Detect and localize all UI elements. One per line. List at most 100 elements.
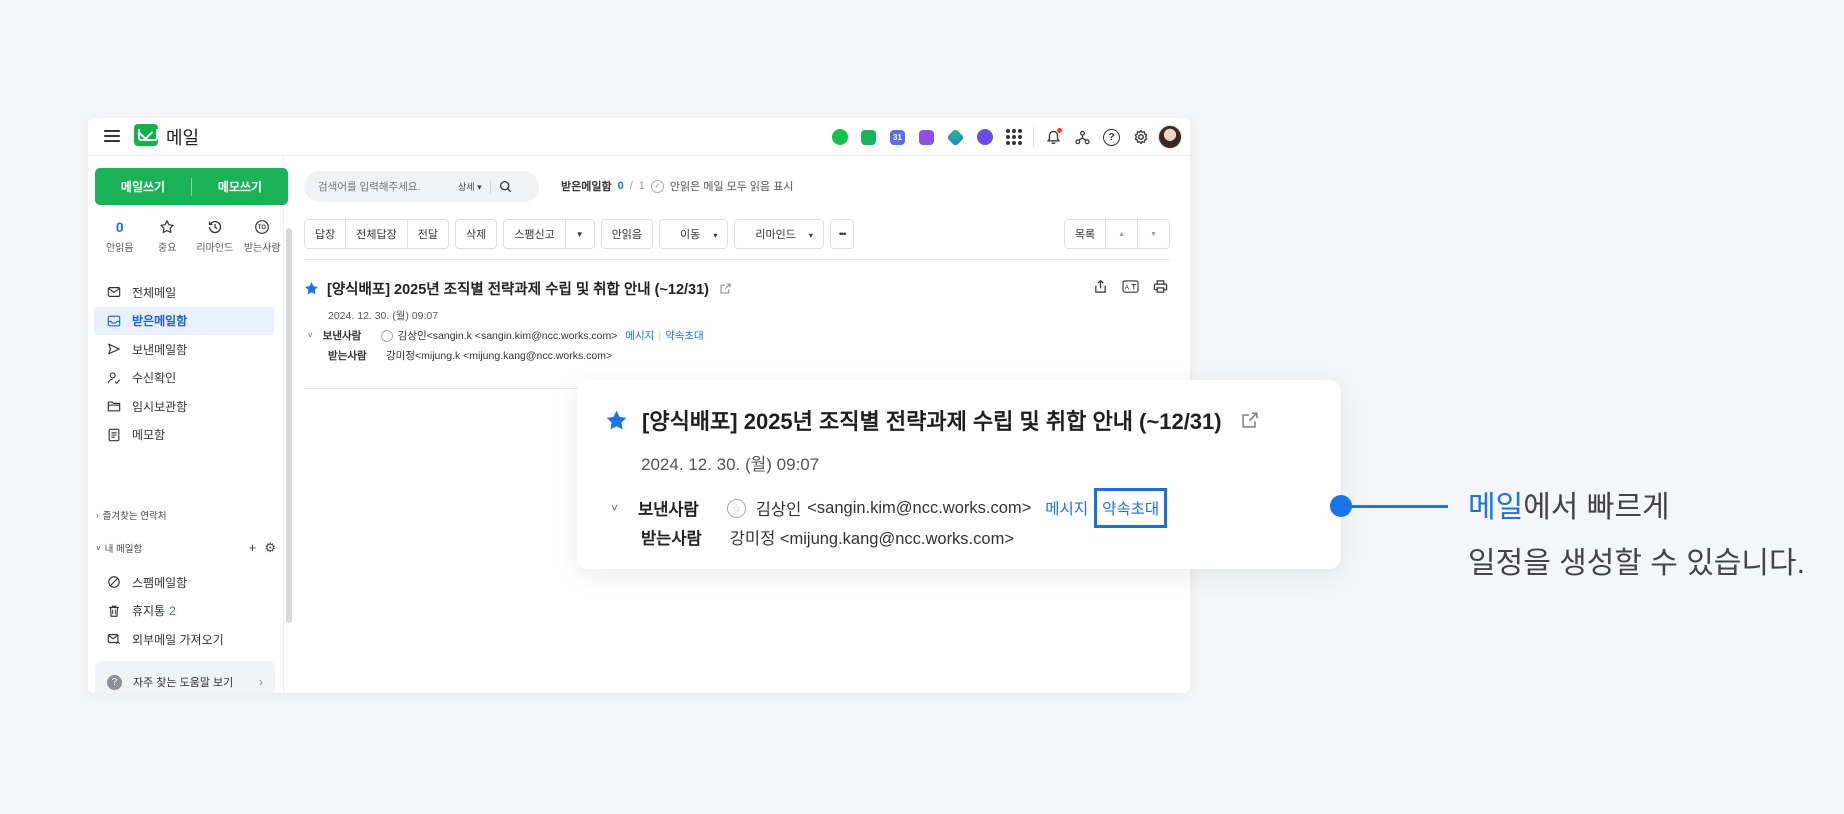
- calendar-app-icon[interactable]: 31: [883, 123, 912, 152]
- zoom-recipient[interactable]: 강미정 <mijung.kang@ncc.works.com>: [730, 525, 1014, 549]
- list-button[interactable]: 목록: [1065, 226, 1105, 242]
- to-badge-icon: TO: [255, 220, 270, 234]
- chat-app-icon[interactable]: [825, 123, 854, 152]
- forward-button[interactable]: 전달: [408, 226, 448, 242]
- unread-count: 0: [115, 219, 124, 235]
- help-label: 자주 찾는 도움말 보기: [133, 677, 234, 689]
- question-icon: ?: [107, 674, 122, 690]
- message-date: 2024. 12. 30. (월) 09:07: [328, 310, 439, 322]
- compose-memo-button[interactable]: 메모쓰기: [192, 178, 288, 195]
- search-icon[interactable]: [499, 180, 512, 193]
- zoom-message-link[interactable]: 메시지: [1045, 497, 1088, 519]
- reply-button[interactable]: 답장: [305, 226, 345, 242]
- trash-icon: [106, 603, 122, 619]
- divider: |: [658, 329, 662, 342]
- memo-icon: [106, 427, 122, 443]
- tasks-app-icon[interactable]: [970, 123, 999, 152]
- sidebar-item-drafts[interactable]: 임시보관함: [94, 392, 274, 420]
- my-mailboxes-section[interactable]: ˅ 내 메일함 + ⚙: [96, 540, 276, 556]
- drive-app-icon[interactable]: [941, 123, 970, 152]
- next-mail-icon[interactable]: ▼: [1138, 231, 1169, 238]
- star-filled-icon[interactable]: [605, 409, 628, 432]
- quick-remind[interactable]: 리마인드: [191, 218, 239, 254]
- zoom-sender-row: ˅ 보낸사람 ☆ 김상인 <sangin.kim@ncc.works.com> …: [611, 488, 1168, 528]
- search-input[interactable]: [318, 180, 458, 193]
- mail-app-icon[interactable]: [854, 123, 883, 152]
- zoom-sender-email[interactable]: <sangin.kim@ncc.works.com>: [807, 499, 1031, 518]
- chevron-down-icon[interactable]: ˅: [611, 501, 618, 515]
- vip-star-icon[interactable]: [380, 329, 393, 342]
- open-external-icon[interactable]: [1240, 410, 1260, 430]
- sidebar-item-label: 받은메일함: [132, 314, 188, 328]
- sidebar-item-sent[interactable]: 보낸메일함: [94, 335, 274, 363]
- invite-link[interactable]: 약속초대: [665, 328, 704, 343]
- reply-all-button[interactable]: 전체답장: [346, 226, 406, 242]
- quick-unread[interactable]: 0 안읽음: [96, 218, 144, 254]
- app-title: 메일: [166, 128, 200, 148]
- mark-all-read-link[interactable]: 안읽은 메일 모두 읽음 표시: [670, 178, 794, 194]
- sidebar-item-read-receipt[interactable]: 수신확인: [94, 364, 274, 392]
- menu-icon[interactable]: [104, 128, 120, 144]
- sender-label: 보낸사람: [322, 330, 362, 342]
- sidebar-item-inbox[interactable]: 받은메일함: [94, 306, 274, 335]
- add-icon[interactable]: +: [249, 540, 257, 556]
- quick-label: 받는사람: [243, 243, 281, 254]
- notes-app-icon[interactable]: [912, 123, 941, 152]
- search-detail-button[interactable]: 상세 ▾: [458, 180, 482, 193]
- recipient-label: 받는사람: [328, 350, 367, 362]
- move-button[interactable]: 이동 ▾: [659, 219, 729, 249]
- apps-grid-icon[interactable]: [999, 123, 1028, 152]
- bell-icon[interactable]: [1039, 123, 1068, 152]
- sidebar-item-spam[interactable]: 스팸메일함: [94, 568, 274, 596]
- toolbar: 답장 전체답장 전달 삭제 스팸신고 ▼ 안읽음 이동 ▾ 리마인드 ▾ •••: [304, 219, 855, 249]
- quick-to-me[interactable]: TO 받는사람: [239, 218, 287, 254]
- delete-label: 삭제: [465, 229, 487, 241]
- spam-dropdown-icon[interactable]: ▼: [566, 230, 594, 239]
- compose-mail-button[interactable]: 메일쓰기: [95, 178, 191, 195]
- zoom-invite-link[interactable]: 약속초대: [1094, 488, 1168, 528]
- remind-button[interactable]: 리마인드 ▾: [734, 219, 824, 249]
- share-icon[interactable]: [1090, 276, 1110, 296]
- favorites-section[interactable]: › 즐겨찾는 연락처: [96, 508, 276, 523]
- delete-button[interactable]: 삭제: [454, 219, 498, 249]
- avatar[interactable]: [1155, 123, 1184, 152]
- quick-important[interactable]: 중요: [144, 218, 192, 254]
- print-icon[interactable]: [1150, 276, 1170, 296]
- sidebar-item-all-mail[interactable]: 전체메일: [94, 278, 274, 306]
- org-chart-icon[interactable]: [1068, 123, 1097, 152]
- sender-address[interactable]: 김상인<sangin.k <sangin.kim@ncc.works.com>: [398, 328, 618, 343]
- message-link[interactable]: 메시지: [625, 328, 654, 343]
- mail-icon: [106, 284, 122, 300]
- translate-icon[interactable]: A: [1120, 276, 1140, 296]
- more-button[interactable]: •••: [829, 219, 855, 249]
- settings-icon[interactable]: [1126, 123, 1155, 152]
- mail-logo-icon: [134, 124, 158, 146]
- sidebar-item-label: 외부메일 가져오기: [132, 632, 224, 647]
- vip-star-icon[interactable]: ☆: [726, 498, 746, 518]
- help-icon[interactable]: ?: [1097, 123, 1126, 152]
- recipient-address[interactable]: 강미정<mijung.k <mijung.kang@ncc.works.com>: [386, 348, 612, 363]
- sidebar-item-trash[interactable]: 휴지통 2: [94, 597, 274, 625]
- check-circle-icon[interactable]: ✓: [650, 179, 664, 193]
- list-group: 목록 ▲ ▼: [1063, 219, 1170, 249]
- message-subject: [양식배포] 2025년 조직별 전략과제 수립 및 취합 안내 (~12/31…: [327, 282, 710, 298]
- zoom-sender-name[interactable]: 김상인: [756, 496, 802, 520]
- mark-unread-button[interactable]: 안읽음: [600, 219, 654, 249]
- open-external-icon[interactable]: [719, 282, 732, 295]
- star-filled-icon[interactable]: [304, 281, 319, 296]
- sidebar-scrollbar[interactable]: [286, 228, 292, 623]
- help-link[interactable]: ? 자주 찾는 도움말 보기 ›: [95, 661, 275, 693]
- chevron-down-icon[interactable]: ˅: [308, 331, 313, 340]
- prev-mail-icon[interactable]: ▲: [1106, 231, 1137, 238]
- sidebar-item-external[interactable]: 외부메일 가져오기: [94, 625, 274, 653]
- search-detail-label: 상세: [458, 182, 475, 192]
- spam-report-button[interactable]: 스팸신고: [504, 226, 564, 242]
- inbox-label: 받은메일함: [561, 181, 612, 193]
- sidebar-item-memo[interactable]: 메모함: [94, 421, 274, 449]
- quick-label: 중요: [158, 243, 177, 254]
- spam-group: 스팸신고 ▼: [503, 219, 595, 249]
- sidebar: 메일쓰기 메모쓰기 0 안읽음 중요 리마인드 TO 받는사람 전체메일 받은메…: [88, 156, 288, 693]
- inbox-icon: [106, 313, 122, 329]
- sidebar-item-label: 스팸메일함: [132, 575, 188, 590]
- settings-small-icon[interactable]: ⚙: [264, 540, 276, 556]
